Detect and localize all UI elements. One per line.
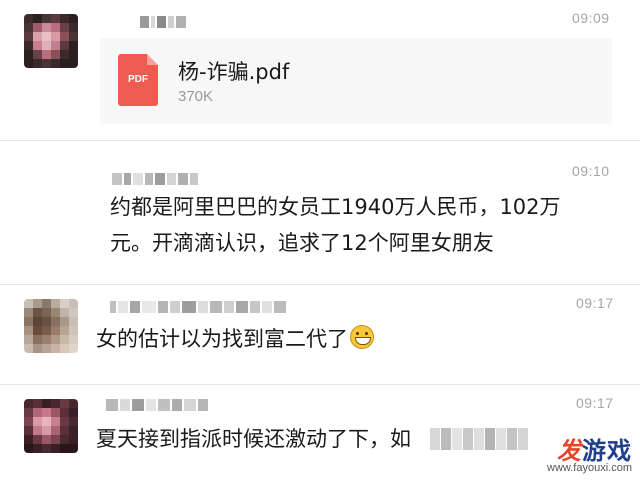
avatar-blurred[interactable] [24,299,78,353]
grinning-face-emoji-icon [350,325,374,349]
site-watermark: 发游戏 www.fayouxi.com [547,431,632,474]
message-time: 09:17 [576,395,614,411]
message-time: 09:09 [572,10,610,26]
watermark-url: www.fayouxi.com [547,462,632,474]
pdf-icon-label: PDF [128,74,148,85]
sender-name-blurred [106,399,208,411]
file-name: 杨-诈骗.pdf [178,60,290,84]
pdf-file-icon-fold [147,54,158,65]
watermark-logo-text: 游戏 [582,437,632,465]
message-text-content: 女的估计以为找到富二代了 [96,327,348,351]
avatar-blurred[interactable] [24,14,78,68]
chat-message-2: 09:10 约都是阿里巴巴的女员工1940万人民币，102万 元。开滴滴认识，追… [0,141,640,281]
sender-name-blurred [112,173,198,185]
message-text: 女的估计以为找到富二代了 [96,325,374,353]
message-text-line-1: 约都是阿里巴巴的女员工1940万人民币，102万 [110,195,561,219]
chat-message-3: 09:17 女的估计以为找到富二代了 [0,285,640,385]
watermark-logo: 发游戏 [547,431,632,466]
message-text-line-2: 元。开滴滴认识，追求了12个阿里女朋友 [110,231,494,255]
chat-message-4: 09:17 夏天接到指派时候还激动了下，如 [0,385,640,480]
file-attachment-card[interactable]: PDF 杨-诈骗.pdf 370K [100,38,612,124]
sender-name-blurred [140,16,186,28]
avatar-blurred[interactable] [24,399,78,453]
censored-text-mosaic [430,428,528,450]
message-text: 夏天接到指派时候还激动了下，如 [96,427,411,451]
watermark-logo-accent: 发 [557,437,582,465]
file-size: 370K [178,88,214,105]
sender-name-blurred [110,301,286,313]
message-time: 09:17 [576,295,614,311]
message-time: 09:10 [572,163,610,179]
chat-message-1: 09:09 PDF 杨-诈骗.pdf 370K [0,0,640,140]
chat-screen: 09:09 PDF 杨-诈骗.pdf 370K 09:10 约都是阿里巴巴的女员… [0,0,640,480]
